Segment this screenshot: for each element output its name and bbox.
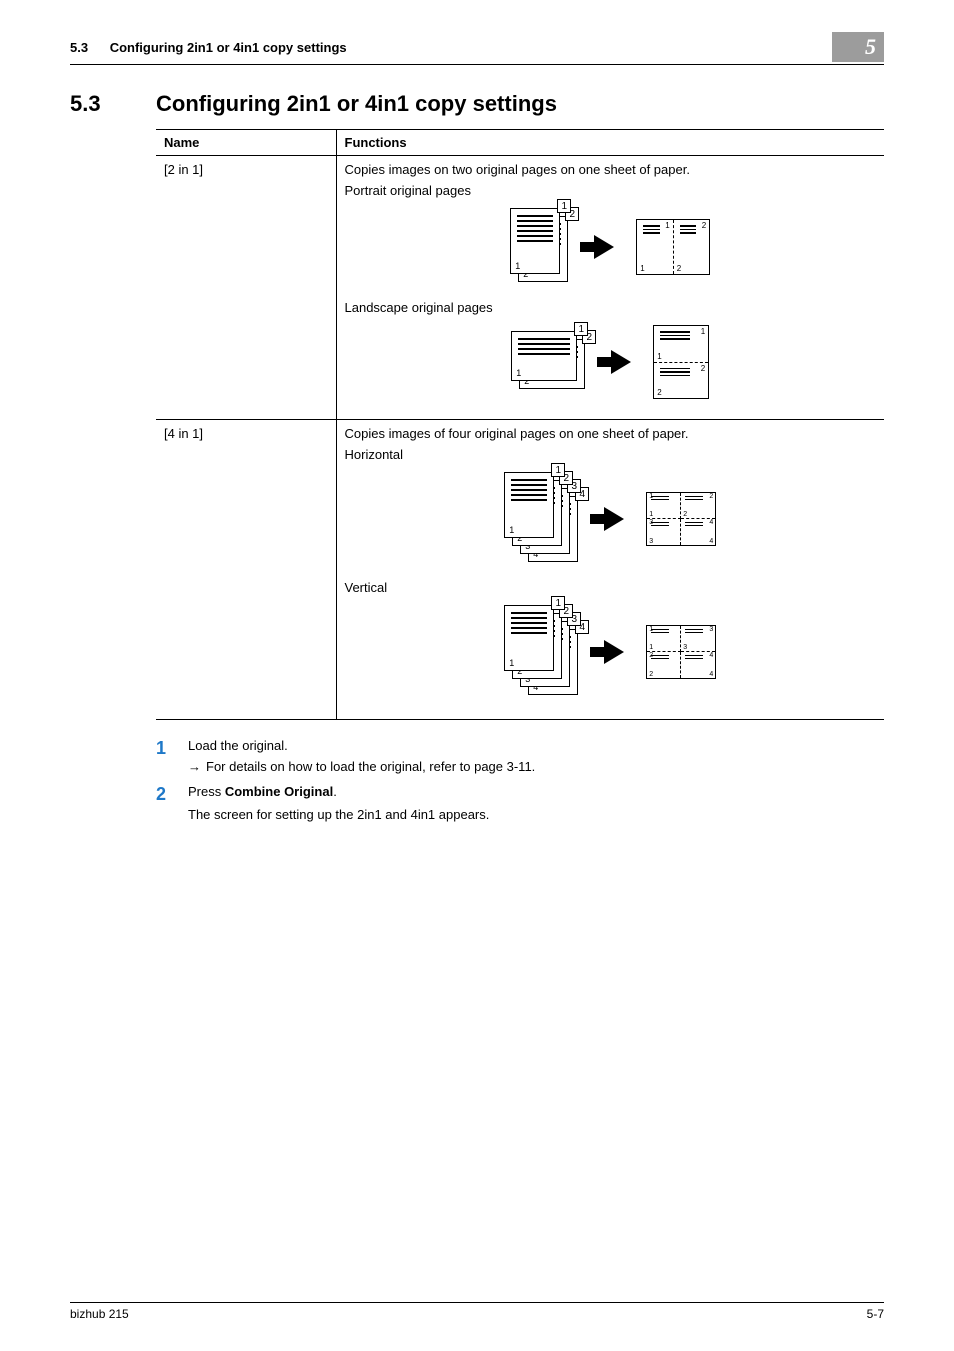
portrait-label: Portrait original pages — [345, 183, 877, 198]
step-1: 1 Load the original. → For details on ho… — [156, 738, 884, 774]
originals-stack: 44 33 22 11 — [504, 605, 582, 699]
page-footer: bizhub 215 5-7 — [70, 1302, 884, 1321]
originals-stack: 44 33 22 11 — [504, 472, 582, 566]
horizontal-label: Horizontal — [345, 447, 877, 462]
settings-table: Name Functions [2 in 1] Copies images on… — [156, 129, 884, 720]
col-header-name: Name — [156, 130, 336, 156]
arrow-icon — [611, 350, 631, 374]
row-functions: Copies images on two original pages on o… — [336, 156, 884, 420]
result-sheet: 11 22 — [636, 219, 710, 275]
step-sub-text: For details on how to load the original,… — [206, 759, 535, 774]
step-text-bold: Combine Original — [225, 784, 333, 799]
landscape-label: Landscape original pages — [345, 300, 877, 315]
row-name: [4 in 1] — [156, 420, 336, 720]
arrow-right-icon: → — [188, 759, 206, 774]
arrow-icon — [604, 507, 624, 531]
step-number: 1 — [156, 738, 188, 774]
result-sheet: 11 22 33 44 — [646, 492, 716, 546]
diagram-4in1-horizontal: 44 33 22 11 11 22 33 44 — [345, 472, 877, 566]
step-text-prefix: Press — [188, 784, 225, 799]
result-sheet: 11 33 22 44 — [646, 625, 716, 679]
footer-page-number: 5-7 — [867, 1307, 884, 1321]
step-after-text: The screen for setting up the 2in1 and 4… — [188, 807, 884, 822]
arrow-icon — [604, 640, 624, 664]
diagram-2in1-portrait: 22 11 11 22 — [345, 208, 877, 286]
arrow-icon — [594, 235, 614, 259]
footer-product: bizhub 215 — [70, 1307, 129, 1321]
chapter-badge: 5 — [832, 32, 884, 62]
running-head-title: Configuring 2in1 or 4in1 copy settings — [110, 40, 347, 55]
row-functions: Copies images of four original pages on … — [336, 420, 884, 720]
table-row: [2 in 1] Copies images on two original p… — [156, 156, 884, 420]
step-text: Load the original. — [188, 738, 884, 753]
chapter-number: 5 — [865, 34, 876, 60]
section-number: 5.3 — [70, 91, 156, 117]
result-sheet: 11 22 — [653, 325, 709, 399]
step-text-suffix: . — [333, 784, 337, 799]
col-header-functions: Functions — [336, 130, 884, 156]
originals-stack: 22 11 — [511, 331, 589, 393]
diagram-2in1-landscape: 22 11 11 22 — [345, 325, 877, 399]
step-sub: → For details on how to load the origina… — [188, 759, 884, 774]
step-number: 2 — [156, 784, 188, 822]
vertical-label: Vertical — [345, 580, 877, 595]
section-title: Configuring 2in1 or 4in1 copy settings — [156, 91, 557, 117]
row-desc: Copies images on two original pages on o… — [345, 162, 877, 177]
procedure-steps: 1 Load the original. → For details on ho… — [156, 738, 884, 822]
row-name: [2 in 1] — [156, 156, 336, 420]
diagram-4in1-vertical: 44 33 22 11 11 33 22 44 — [345, 605, 877, 699]
section-heading: 5.3 Configuring 2in1 or 4in1 copy settin… — [70, 91, 884, 117]
page-header: 5.3 Configuring 2in1 or 4in1 copy settin… — [70, 32, 884, 65]
step-text: Press Combine Original. — [188, 784, 884, 799]
table-row: [4 in 1] Copies images of four original … — [156, 420, 884, 720]
step-2: 2 Press Combine Original. The screen for… — [156, 784, 884, 822]
originals-stack: 22 11 — [510, 208, 572, 286]
running-head-number: 5.3 — [70, 40, 88, 55]
row-desc: Copies images of four original pages on … — [345, 426, 877, 441]
running-head-left: 5.3 Configuring 2in1 or 4in1 copy settin… — [70, 40, 347, 55]
